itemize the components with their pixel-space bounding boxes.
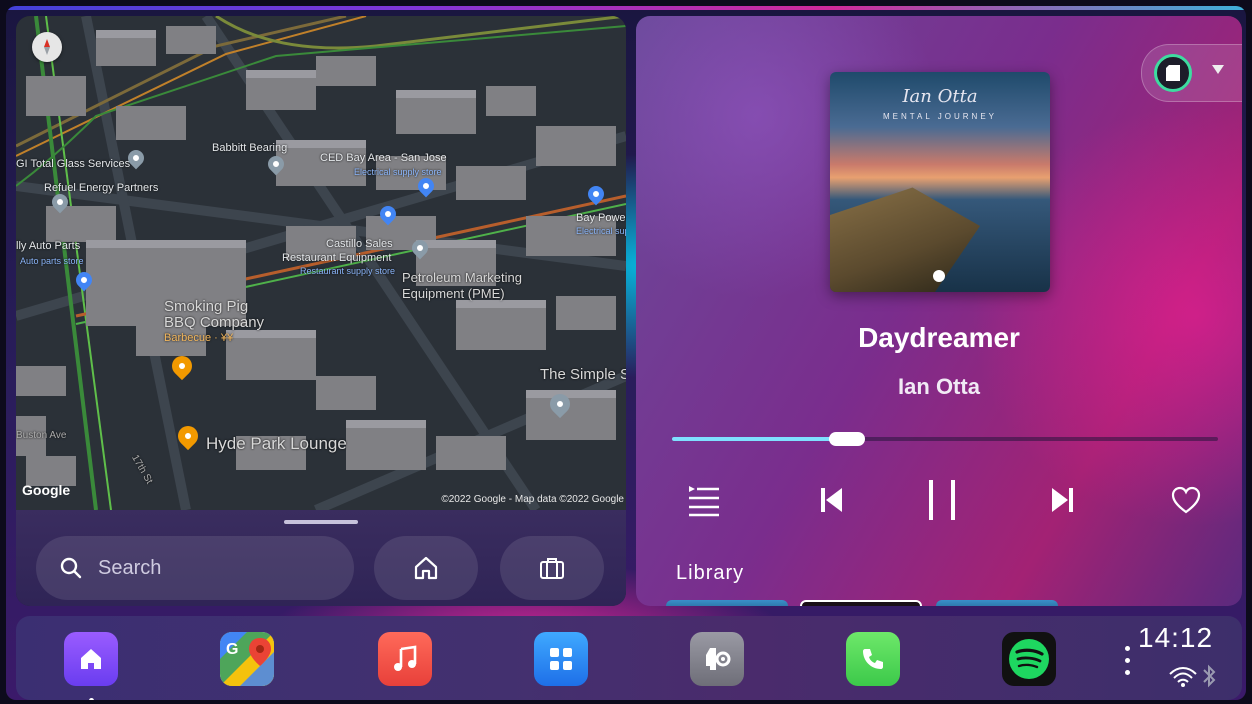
- progress-bar[interactable]: [672, 432, 1218, 446]
- active-indicator: [89, 698, 94, 700]
- library-item[interactable]: [666, 600, 788, 606]
- google-maps-icon: G: [220, 632, 274, 686]
- map-label: Auto parts store: [20, 256, 84, 266]
- map-label: CED Bay Area - San Jose: [320, 152, 447, 164]
- carplay-screen: GI Total Glass Services Refuel Energy Pa…: [6, 6, 1246, 700]
- library-item[interactable]: [800, 600, 922, 606]
- drag-handle[interactable]: [284, 520, 358, 524]
- map-attribution: ©2022 Google - Map data ©2022 Google: [441, 494, 624, 505]
- pause-button[interactable]: [920, 478, 964, 522]
- previous-track-button[interactable]: [810, 478, 854, 522]
- briefcase-icon: [540, 558, 564, 579]
- chevron-down-icon: [1212, 65, 1224, 74]
- map-label: The Simple S: [540, 366, 626, 383]
- car-settings-icon: [706, 648, 731, 670]
- sd-card-icon: [1154, 54, 1192, 92]
- phone-icon: [863, 649, 883, 669]
- map-label: Restaurant Equipment: [282, 252, 392, 264]
- street-label: Buston Ave: [16, 430, 67, 441]
- map-label: Restaurant supply store: [300, 266, 396, 276]
- album-art-landscape: [830, 187, 980, 292]
- google-logo: Google: [22, 482, 71, 498]
- search-input[interactable]: Search: [36, 536, 354, 600]
- map-label: Refuel Energy Partners: [44, 182, 159, 194]
- map-label: Smoking Pig: [164, 298, 249, 315]
- map-label: Castillo Sales: [326, 238, 393, 250]
- skip-next-icon: [1052, 488, 1073, 512]
- map-search-area: Search: [16, 510, 626, 606]
- music-app[interactable]: [378, 632, 432, 686]
- song-title: Daydreamer: [858, 322, 1020, 353]
- now-playing-panel: Ian Otta MENTAL JOURNEY Daydreamer Ian O…: [636, 16, 1242, 606]
- map-label: BBQ Company: [164, 314, 265, 331]
- spotify-app[interactable]: [1002, 632, 1056, 686]
- home-icon: [81, 649, 101, 669]
- map-label: lly Auto Parts: [16, 240, 81, 252]
- clock: 14:12: [1138, 622, 1214, 653]
- map-label: Barbecue · ¥¥: [164, 332, 234, 344]
- map-label: Electrical sup: [576, 226, 626, 236]
- map-label: Electrical supply store: [354, 167, 442, 177]
- pause-icon: [929, 480, 955, 520]
- progress-thumb[interactable]: [828, 432, 865, 446]
- media-source-selector[interactable]: [1141, 44, 1242, 102]
- car-settings-app[interactable]: [690, 632, 744, 686]
- more-options-icon[interactable]: [1124, 638, 1132, 682]
- app-grid-icon: [550, 648, 572, 670]
- album-art[interactable]: Ian Otta MENTAL JOURNEY: [830, 72, 1050, 292]
- phone-app[interactable]: [846, 632, 900, 686]
- bluetooth-icon: [1203, 664, 1216, 688]
- queue-button[interactable]: [682, 478, 726, 522]
- album-logo-icon: [933, 270, 945, 282]
- heart-outline-icon: [1171, 486, 1201, 514]
- map-label: Equipment (PME): [402, 286, 505, 301]
- app-dock: G 14:12: [16, 616, 1242, 700]
- map-panel: GI Total Glass Services Refuel Energy Pa…: [16, 16, 626, 606]
- album-title-text: MENTAL JOURNEY: [882, 112, 997, 121]
- home-app[interactable]: [64, 632, 118, 686]
- google-maps-app[interactable]: G: [220, 632, 274, 686]
- home-outline-icon: [414, 556, 438, 580]
- library-item[interactable]: [936, 600, 1058, 606]
- map-view[interactable]: GI Total Glass Services Refuel Energy Pa…: [16, 16, 626, 510]
- search-placeholder: Search: [98, 557, 162, 579]
- spotify-icon: [1009, 639, 1049, 679]
- favorite-button[interactable]: [1164, 478, 1208, 522]
- progress-fill: [672, 437, 847, 441]
- album-artist-script: Ian Otta: [902, 86, 978, 107]
- work-destination-button[interactable]: [500, 536, 604, 600]
- map-label: Babbitt Bearing: [212, 142, 288, 154]
- app-grid-app[interactable]: [534, 632, 588, 686]
- svg-text:G: G: [226, 641, 238, 658]
- library-label: Library: [676, 562, 745, 584]
- music-note-icon: [394, 645, 417, 671]
- next-track-button[interactable]: [1040, 478, 1084, 522]
- map-label: Petroleum Marketing: [402, 270, 522, 285]
- map-label: GI Total Glass Services: [16, 158, 131, 170]
- skip-previous-icon: [821, 488, 842, 512]
- wifi-icon: [1169, 667, 1197, 687]
- queue-list-icon: [689, 486, 719, 517]
- home-destination-button[interactable]: [374, 536, 478, 600]
- map-label: Bay Power: [576, 212, 626, 224]
- search-icon: [60, 557, 82, 579]
- compass-icon[interactable]: [32, 32, 62, 62]
- song-artist: Ian Otta: [898, 374, 980, 399]
- map-label: Hyde Park Lounge: [206, 434, 347, 453]
